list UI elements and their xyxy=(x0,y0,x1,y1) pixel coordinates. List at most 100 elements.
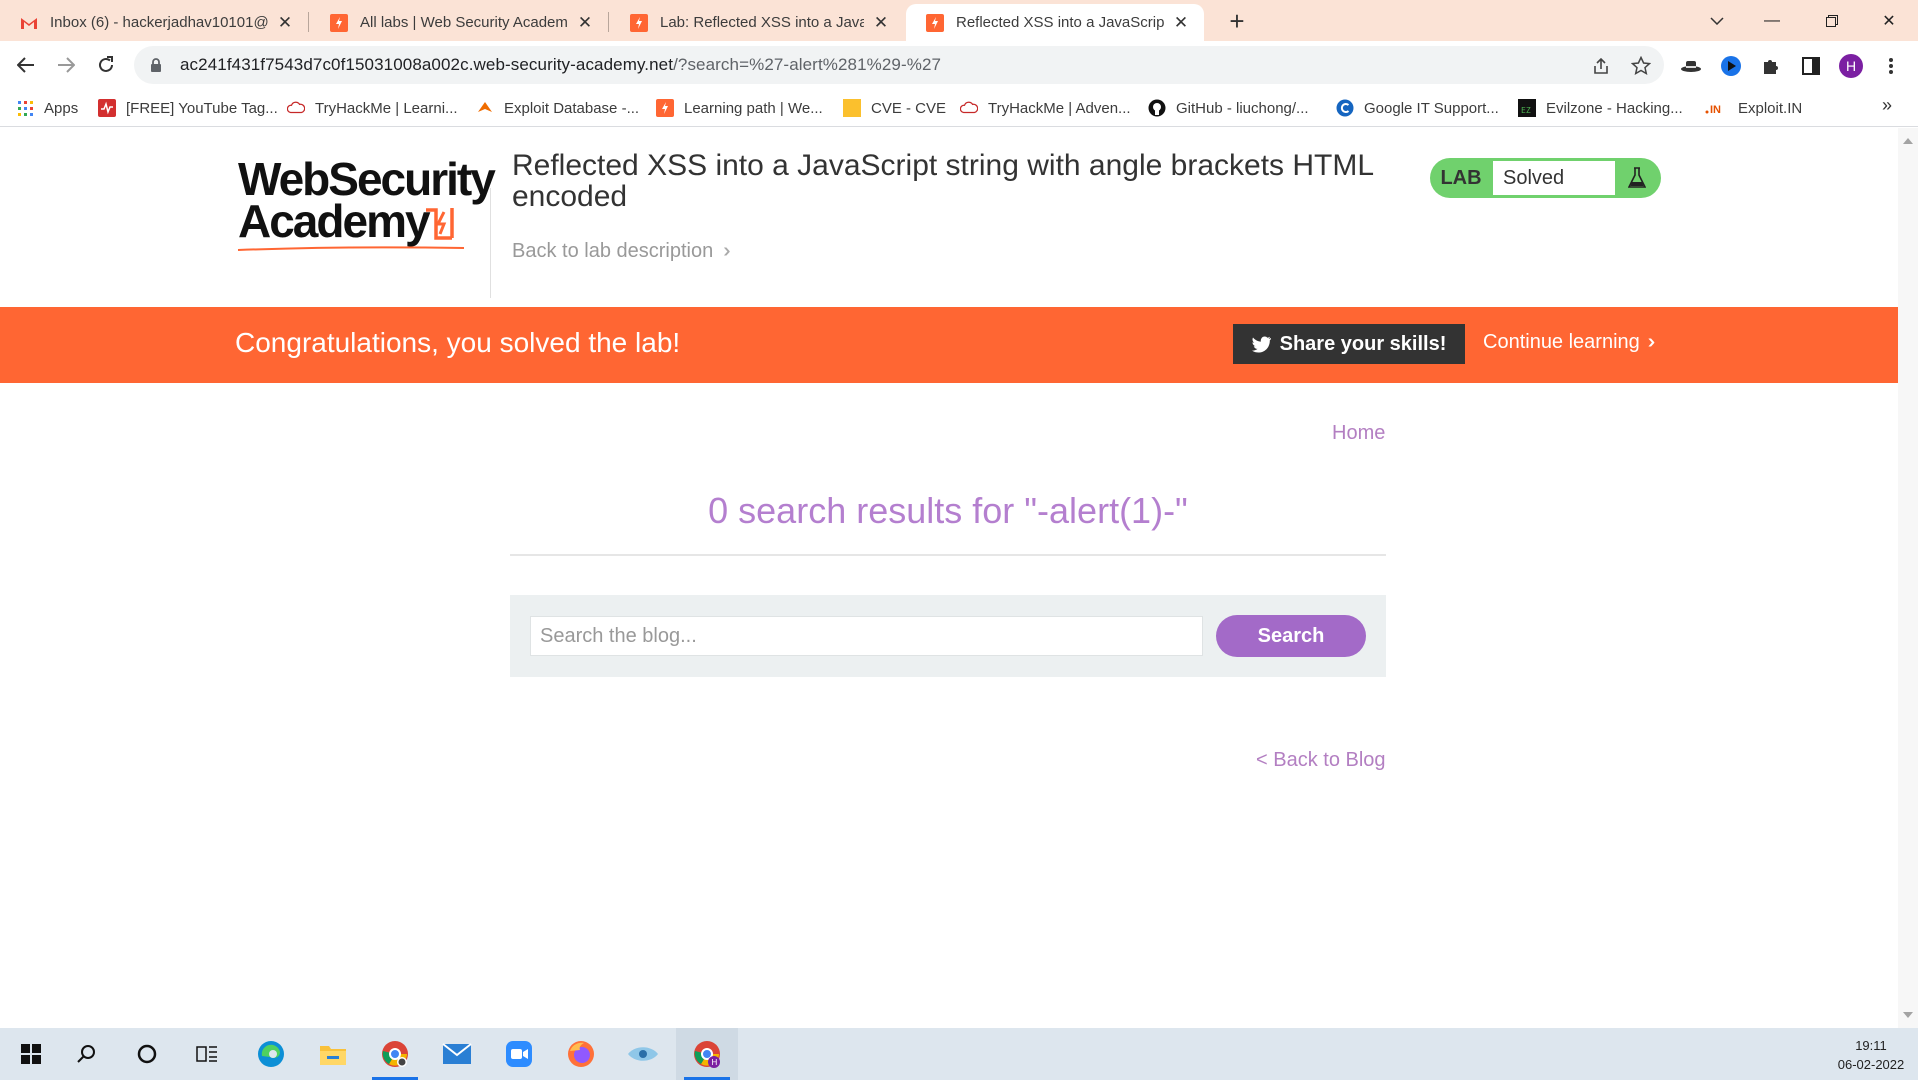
svg-text:H: H xyxy=(712,1058,718,1067)
system-clock[interactable]: 19:11 06-02-2022 xyxy=(1828,1036,1914,1074)
lab-page: WebSecurity Academy Reflected XSS into a… xyxy=(0,128,1898,1028)
page-scrollbar[interactable] xyxy=(1898,128,1918,1028)
web-security-academy-logo[interactable]: WebSecurity Academy xyxy=(236,152,496,252)
address-bar[interactable]: ac241f431f7543d7c0f15031008a002c.web-sec… xyxy=(134,46,1664,84)
bookmark-tryhackme-learning[interactable]: TryHackMe | Learni... xyxy=(287,97,458,119)
back-to-lab-description-link[interactable]: Back to lab description ›› xyxy=(512,240,733,263)
lab-title: Reflected XSS into a JavaScript string w… xyxy=(512,149,1373,213)
edge-browser-icon[interactable] xyxy=(240,1028,302,1080)
tab-search-chevron-icon[interactable] xyxy=(1690,0,1744,41)
bookmark-cve[interactable]: CVE - CVE xyxy=(843,97,946,119)
bookmark-youtube-tag[interactable]: [FREE] YouTube Tag... xyxy=(98,97,278,119)
evilzone-icon: EZ xyxy=(1518,99,1536,117)
more-bookmarks-chevron-icon[interactable]: » xyxy=(1882,95,1892,116)
tryhackme-icon xyxy=(287,99,305,117)
bookmark-label: Evilzone - Hacking... xyxy=(1546,99,1683,117)
bookmark-label: Learning path | We... xyxy=(684,99,823,117)
portswigger-icon xyxy=(656,99,674,117)
solved-banner: Congratulations, you solved the lab! Sha… xyxy=(0,307,1898,383)
extensions-puzzle-icon[interactable] xyxy=(1758,53,1784,79)
eye-app-icon[interactable] xyxy=(612,1028,674,1080)
twitter-icon xyxy=(1251,336,1271,353)
svg-text:EZ: EZ xyxy=(1521,106,1531,115)
task-view-icon[interactable] xyxy=(176,1028,238,1080)
bookmark-label: Apps xyxy=(44,99,79,117)
minimize-button[interactable]: — xyxy=(1745,0,1799,41)
continue-learning-label: Continue learning xyxy=(1483,331,1640,353)
menu-kebab-icon[interactable] xyxy=(1878,53,1904,79)
tab-separator xyxy=(608,12,609,32)
windows-start-icon[interactable] xyxy=(0,1028,62,1080)
tab-all-labs[interactable]: All labs | Web Security Academy ✕ xyxy=(310,4,608,41)
share-skills-label: Share your skills! xyxy=(1279,332,1447,355)
chrome-profile-icon[interactable]: H xyxy=(676,1028,738,1080)
share-icon[interactable] xyxy=(1590,55,1612,77)
home-link[interactable]: Home xyxy=(1332,422,1385,445)
tab-gmail-inbox[interactable]: Inbox (6) - hackerjadhav10101@ ✕ xyxy=(0,4,308,41)
close-tab-icon[interactable]: ✕ xyxy=(1172,13,1190,33)
bookmark-star-icon[interactable] xyxy=(1630,55,1652,77)
chrome-canary-icon[interactable] xyxy=(364,1028,426,1080)
search-button[interactable]: Search xyxy=(1216,615,1366,657)
bookmark-google-it-support[interactable]: Google IT Support... xyxy=(1336,97,1499,119)
profile-initial: H xyxy=(1845,58,1857,74)
double-chevron-right-icon: ›› xyxy=(1647,331,1657,353)
bookmark-label: Google IT Support... xyxy=(1364,99,1499,117)
close-tab-icon[interactable]: ✕ xyxy=(276,13,294,33)
bookmark-github[interactable]: GitHub - liuchong/... xyxy=(1148,97,1309,119)
search-icon[interactable] xyxy=(56,1028,118,1080)
profile-avatar[interactable]: H xyxy=(1838,53,1864,79)
extension-play-icon[interactable] xyxy=(1718,53,1744,79)
forward-arrow-icon[interactable] xyxy=(50,49,82,81)
bookmark-exploit-database[interactable]: Exploit Database -... xyxy=(476,97,639,119)
congratulations-text: Congratulations, you solved the lab! xyxy=(235,327,681,358)
side-panel-icon[interactable] xyxy=(1798,53,1824,79)
exploitin-icon: IN xyxy=(1704,99,1728,117)
flask-icon xyxy=(1623,164,1651,192)
close-tab-icon[interactable]: ✕ xyxy=(576,13,594,33)
share-skills-button[interactable]: Share your skills! xyxy=(1233,324,1465,364)
blog-search-input[interactable] xyxy=(530,616,1203,656)
cortana-icon[interactable] xyxy=(116,1028,178,1080)
results-divider xyxy=(510,554,1386,556)
bookmark-apps[interactable]: Apps xyxy=(16,97,78,119)
bookmark-label: CVE - CVE xyxy=(871,99,947,117)
mail-icon[interactable] xyxy=(426,1028,488,1080)
bookmark-label: TryHackMe | Learni... xyxy=(315,99,458,117)
bookmark-tryhackme-advent[interactable]: TryHackMe | Adven... xyxy=(960,97,1131,119)
scroll-down-arrow-icon[interactable] xyxy=(1903,1012,1913,1018)
bookmark-evilzone[interactable]: EZ Evilzone - Hacking... xyxy=(1518,97,1683,119)
url-text: ac241f431f7543d7c0f15031008a002c.web-sec… xyxy=(180,55,941,75)
close-window-button[interactable]: ✕ xyxy=(1862,0,1916,41)
bookmark-learning-path[interactable]: Learning path | We... xyxy=(656,97,823,119)
exploitdb-icon xyxy=(476,99,494,117)
close-tab-icon[interactable]: ✕ xyxy=(872,13,890,33)
reload-icon[interactable] xyxy=(90,49,122,81)
bookmark-exploit-in[interactable]: IN Exploit.IN xyxy=(1704,97,1802,119)
restore-button[interactable] xyxy=(1805,0,1859,41)
scroll-up-arrow-icon[interactable] xyxy=(1903,138,1913,144)
tab-title: Inbox (6) - hackerjadhav10101@ xyxy=(50,14,268,31)
tab-title: Reflected XSS into a JavaScript st xyxy=(956,14,1164,31)
back-to-lab-description-label: Back to lab description xyxy=(512,240,714,262)
tab-title: Lab: Reflected XSS into a JavaScri xyxy=(660,14,864,31)
browser-tab-strip: Inbox (6) - hackerjadhav10101@ ✕ All lab… xyxy=(0,0,1918,41)
folder-icon xyxy=(843,99,861,117)
back-to-blog-link[interactable]: < Back to Blog xyxy=(1256,749,1386,772)
lock-icon[interactable] xyxy=(148,58,164,72)
back-arrow-icon[interactable] xyxy=(10,49,42,81)
zoom-icon[interactable] xyxy=(488,1028,550,1080)
extension-hat-icon[interactable] xyxy=(1678,53,1704,79)
github-icon xyxy=(1148,99,1166,117)
bookmark-label: TryHackMe | Adven... xyxy=(988,99,1131,117)
firefox-icon[interactable] xyxy=(550,1028,612,1080)
portswigger-icon xyxy=(926,13,944,32)
tab-active-lab[interactable]: Reflected XSS into a JavaScript st ✕ xyxy=(906,4,1204,41)
bookmarks-bar: Apps [FREE] YouTube Tag... TryHackMe | L… xyxy=(0,89,1918,127)
continue-learning-link[interactable]: Continue learning ›› xyxy=(1483,331,1657,354)
tab-lab-description[interactable]: Lab: Reflected XSS into a JavaScri ✕ xyxy=(610,4,904,41)
url-host: ac241f431f7543d7c0f15031008a002c.web-sec… xyxy=(180,55,674,74)
new-tab-button[interactable]: + xyxy=(1222,6,1252,37)
file-explorer-icon[interactable] xyxy=(302,1028,364,1080)
url-path: /?search=%27-alert%281%29-%27 xyxy=(673,55,942,74)
